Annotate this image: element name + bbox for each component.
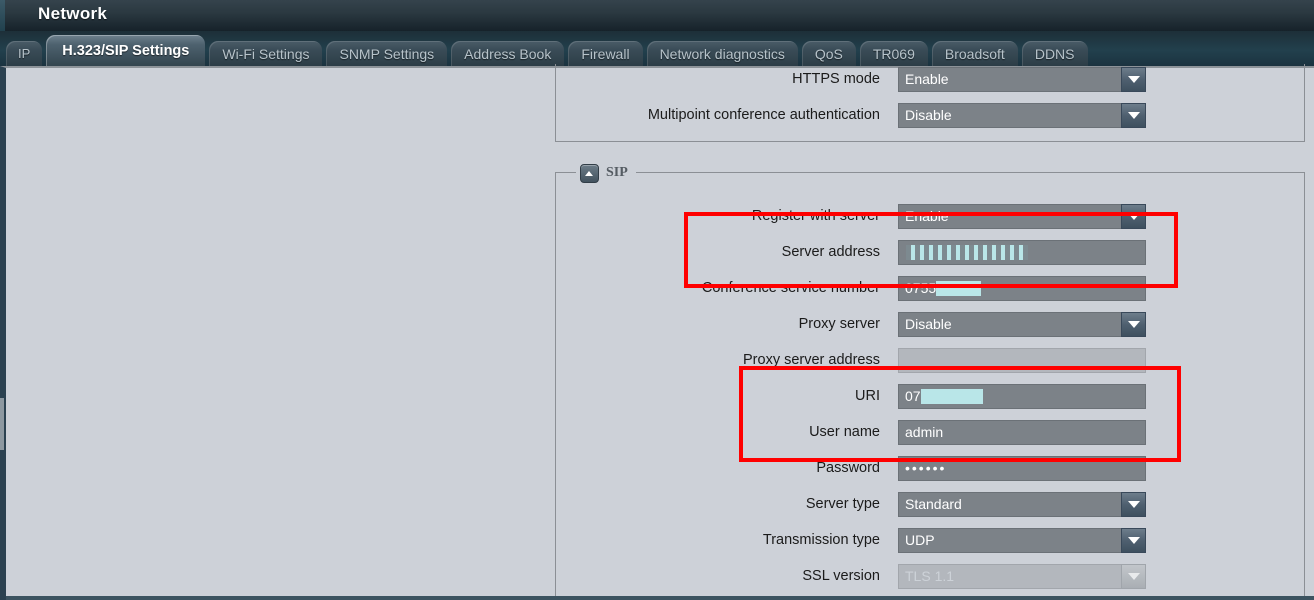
tab-label: Firewall — [581, 45, 630, 62]
user-name-input[interactable]: admin — [898, 419, 1146, 445]
chevron-down-icon[interactable] — [1121, 203, 1146, 229]
proxy-server-address-input — [898, 347, 1146, 373]
tab-label: Broadsoft — [944, 45, 1005, 62]
row-register-with-server: Register with server Enable — [556, 198, 1306, 234]
server-type-value: Standard — [898, 491, 1146, 517]
tab-wifi-settings[interactable]: Wi-Fi Settings — [209, 41, 323, 66]
transmission-type-value: UDP — [898, 527, 1146, 553]
conference-service-number-text: 0755 — [905, 280, 937, 296]
https-section: HTTPS mode Enable Multipoint conference … — [555, 64, 1305, 142]
ssl-version-value: TLS 1.1 — [898, 563, 1146, 589]
row-uri: URI 07 — [556, 378, 1306, 414]
tab-ip[interactable]: IP — [6, 41, 43, 66]
conference-service-number-label: Conference service number — [701, 280, 880, 296]
password-label: Password — [816, 460, 880, 476]
title-bar-left-edge — [0, 0, 5, 31]
chevron-down-icon[interactable] — [1121, 527, 1146, 553]
tab-label: Wi-Fi Settings — [222, 45, 310, 62]
https-mode-value: Enable — [898, 66, 1146, 92]
chevron-down-icon[interactable] — [1121, 311, 1146, 337]
proxy-server-label: Proxy server — [798, 316, 880, 332]
redacted-value — [906, 244, 1028, 260]
chevron-down-icon[interactable] — [1121, 102, 1146, 128]
sip-section: SIP Register with server Enable Server a… — [555, 162, 1306, 600]
app-window: Network IP H.323/SIP Settings Wi-Fi Sett… — [0, 0, 1314, 600]
row-https-mode: HTTPS mode Enable — [556, 61, 1306, 97]
user-name-value: admin — [898, 419, 1146, 445]
https-mode-select[interactable]: Enable — [898, 66, 1146, 92]
password-value: •••••• — [898, 455, 1146, 481]
redacted-value — [920, 388, 983, 404]
register-with-server-label: Register with server — [751, 208, 880, 224]
row-password: Password •••••• — [556, 450, 1306, 486]
uri-text: 07 — [905, 388, 921, 404]
tab-label: QoS — [814, 45, 843, 62]
uri-label: URI — [855, 388, 880, 404]
tab-label: TR069 — [872, 45, 915, 62]
row-conference-service-number: Conference service number 0755 — [556, 270, 1306, 306]
user-name-label: User name — [809, 424, 880, 440]
row-multipoint-conference-authentication: Multipoint conference authentication Dis… — [556, 97, 1306, 133]
server-address-input[interactable] — [898, 239, 1146, 265]
tab-label: Address Book — [464, 45, 552, 62]
https-mode-label: HTTPS mode — [792, 71, 880, 87]
transmission-type-label: Transmission type — [762, 532, 880, 548]
tab-label: DDNS — [1034, 45, 1075, 62]
redacted-value — [936, 280, 982, 296]
tab-address-book[interactable]: Address Book — [451, 41, 565, 66]
transmission-type-select[interactable]: UDP — [898, 527, 1146, 553]
row-ssl-version: SSL version TLS 1.1 — [556, 558, 1306, 594]
sip-legend-label: SIP — [606, 165, 628, 180]
settings-page: HTTPS mode Enable Multipoint conference … — [0, 64, 1314, 600]
title-bar: Network — [0, 0, 1314, 32]
register-with-server-select[interactable]: Enable — [898, 203, 1146, 229]
proxy-server-address-label: Proxy server address — [743, 352, 880, 368]
register-with-server-value: Enable — [898, 203, 1146, 229]
proxy-server-value: Disable — [898, 311, 1146, 337]
password-input[interactable]: •••••• — [898, 455, 1146, 481]
tab-snmp-settings[interactable]: SNMP Settings — [326, 41, 448, 66]
page-edge-notch — [0, 398, 4, 450]
ssl-version-label: SSL version — [802, 568, 880, 584]
chevron-down-icon — [1121, 563, 1146, 589]
sip-section-legend[interactable]: SIP — [576, 162, 636, 184]
ssl-version-select: TLS 1.1 — [898, 563, 1146, 589]
uri-value: 07 — [898, 383, 1146, 409]
row-server-address: Server address — [556, 234, 1306, 270]
tab-label: H.323/SIP Settings — [62, 42, 190, 59]
multipoint-auth-select[interactable]: Disable — [898, 102, 1146, 128]
chevron-down-icon[interactable] — [1121, 491, 1146, 517]
row-transmission-type: Transmission type UDP — [556, 522, 1306, 558]
row-server-type: Server type Standard — [556, 486, 1306, 522]
server-type-select[interactable]: Standard — [898, 491, 1146, 517]
server-type-label: Server type — [805, 496, 880, 512]
tab-h323-sip-settings[interactable]: H.323/SIP Settings — [46, 35, 206, 66]
multipoint-auth-value: Disable — [898, 102, 1146, 128]
conference-service-number-value: 0755 — [898, 275, 1146, 301]
bottom-strip — [6, 596, 1314, 600]
row-proxy-server: Proxy server Disable — [556, 306, 1306, 342]
server-address-label: Server address — [781, 244, 880, 260]
row-user-name: User name admin — [556, 414, 1306, 450]
tab-label: IP — [18, 46, 31, 61]
server-address-value — [898, 239, 1146, 265]
proxy-server-address-value — [898, 347, 1146, 373]
multipoint-auth-label: Multipoint conference authentication — [647, 107, 880, 123]
tab-label: Network diagnostics — [659, 45, 785, 62]
page-title: Network — [38, 4, 108, 23]
row-proxy-server-address: Proxy server address — [556, 342, 1306, 378]
triangle-up-icon[interactable] — [580, 163, 599, 183]
chevron-down-icon[interactable] — [1121, 66, 1146, 92]
uri-input[interactable]: 07 — [898, 383, 1146, 409]
conference-service-number-input[interactable]: 0755 — [898, 275, 1146, 301]
proxy-server-select[interactable]: Disable — [898, 311, 1146, 337]
tab-label: SNMP Settings — [339, 45, 435, 62]
